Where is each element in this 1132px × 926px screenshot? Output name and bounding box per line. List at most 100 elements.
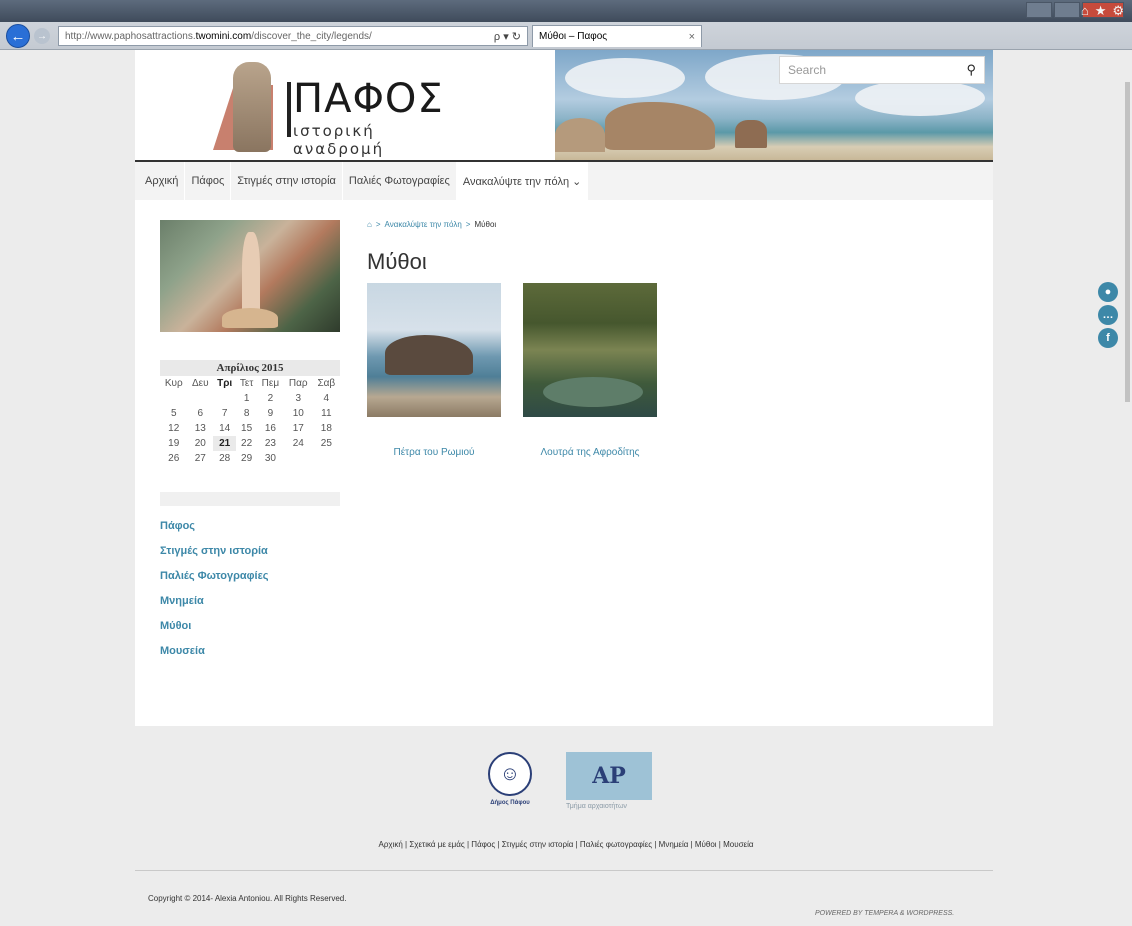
gallery-caption[interactable]: Πέτρα του Ρωμιού	[367, 447, 501, 458]
sidebar-link-paphos[interactable]: Πάφος	[160, 520, 340, 545]
calendar-day[interactable]: 22	[236, 436, 257, 451]
maximize-button[interactable]	[1054, 2, 1080, 18]
calendar-week: 12 13 14 15 16 17 18	[160, 421, 340, 436]
weekday: Σαβ	[317, 378, 336, 389]
calendar-day[interactable]: 6	[187, 406, 213, 421]
facebook-icon[interactable]: f	[1098, 328, 1118, 348]
address-bar[interactable]: http://www.paphosattractions. twomini.co…	[58, 26, 528, 46]
seal-icon: ☺	[488, 752, 532, 796]
calendar-day[interactable]: 1	[236, 391, 257, 406]
footer-links[interactable]: Αρχική | Σχετικά με εμάς | Πάφος | Στιγμ…	[0, 840, 1132, 849]
main-menu: Αρχική Πάφος Στιγμές στην ιστορία Παλιές…	[135, 162, 993, 200]
url-prefix: http://www.paphosattractions.	[65, 30, 196, 42]
sidebar-link-history[interactable]: Στιγμές στην ιστορία	[160, 545, 340, 570]
site-logo[interactable]: ΠΑΦΟΣ ιστορική αναδρομή	[213, 60, 453, 158]
menu-item-paphos[interactable]: Πάφος	[185, 162, 232, 200]
calendar-day[interactable]: 15	[236, 421, 257, 436]
search-input[interactable]: Search	[788, 63, 826, 77]
calendar-week: 19 20 21 22 23 24 25	[160, 436, 340, 451]
calendar-day[interactable]: 26	[160, 451, 187, 466]
calendar-day[interactable]: 21	[213, 436, 237, 451]
title-bar	[0, 0, 1132, 22]
tab-close-icon[interactable]: ×	[689, 31, 695, 43]
calendar-day[interactable]: 7	[213, 406, 236, 421]
calendar-day[interactable]: 11	[313, 406, 340, 421]
shell-shape	[222, 308, 278, 328]
calendar-day[interactable]: 23	[257, 436, 284, 451]
municipality-label: Δήμος Πάφου	[490, 800, 530, 806]
address-controls[interactable]: ρ ▾ ↻	[494, 30, 521, 43]
sidebar-link-old-photos[interactable]: Παλιές Φωτογραφίες	[160, 570, 340, 595]
calendar-day[interactable]: 29	[236, 451, 257, 466]
water-shape	[543, 377, 643, 407]
back-button[interactable]: ←	[6, 24, 30, 48]
calendar-day[interactable]: 12	[160, 421, 187, 436]
gallery-thumbnail[interactable]	[367, 283, 501, 417]
scrollbar[interactable]	[1122, 56, 1132, 926]
url-domain: twomini.com	[195, 30, 252, 42]
calendar-table: Κυρ Δευ Τρι Τετ Πεμ Παρ Σαβ 1 2 3 4 5 6 7 8 9 10 1…	[160, 376, 340, 466]
sidebar-link-monuments[interactable]: Μνημεία	[160, 595, 340, 620]
chat-icon[interactable]: …	[1098, 305, 1118, 325]
weekday: Τρι	[217, 378, 233, 389]
gallery-caption[interactable]: Λουτρά της Αφροδίτης	[523, 447, 657, 458]
calendar-day[interactable]: 27	[187, 451, 213, 466]
search-box[interactable]: Search ⚲	[779, 56, 985, 84]
home-icon[interactable]: ⌂	[1081, 3, 1089, 19]
breadcrumb-parent[interactable]: Ανακαλύψτε την πόλη	[385, 220, 462, 229]
calendar-weekdays: Κυρ Δευ Τρι Τετ Πεμ Παρ Σαβ	[160, 376, 340, 391]
calendar-day[interactable]: 16	[257, 421, 284, 436]
menu-item-discover[interactable]: Ανακαλύψτε την πόλη ⌄	[456, 162, 589, 200]
calendar-day[interactable]: 2	[257, 391, 284, 406]
search-icon[interactable]: ⚲	[966, 62, 976, 78]
browser-chrome: ← → http://www.paphosattractions. twomin…	[0, 0, 1132, 50]
calendar-day[interactable]: 18	[313, 421, 340, 436]
user-icon[interactable]: ●	[1098, 282, 1118, 302]
calendar-day[interactable]: 28	[213, 451, 236, 466]
scrollbar-thumb[interactable]	[1125, 82, 1130, 402]
calendar-day[interactable]: 30	[257, 451, 284, 466]
forward-button[interactable]: →	[34, 28, 50, 44]
menu-item-old-photos[interactable]: Παλιές Φωτογραφίες	[343, 162, 457, 200]
menu-item-home[interactable]: Αρχική	[139, 162, 186, 200]
calendar-day[interactable]: 4	[313, 391, 340, 406]
calendar-day[interactable]: 25	[313, 436, 340, 451]
arrow-right-icon: →	[37, 30, 47, 42]
star-icon[interactable]: ★	[1095, 3, 1107, 19]
calendar-day	[187, 391, 213, 406]
gear-icon[interactable]: ⚙	[1112, 3, 1124, 19]
calendar-day[interactable]: 5	[160, 406, 187, 421]
page-container: ΠΑΦΟΣ ιστορική αναδρομή Search ⚲ Αρχική …	[135, 50, 993, 726]
rock-shape	[385, 335, 473, 375]
menu-item-history[interactable]: Στιγμές στην ιστορία	[231, 162, 343, 200]
calendar-day[interactable]: 8	[236, 406, 257, 421]
calendar-day[interactable]: 24	[284, 436, 313, 451]
municipality-logo[interactable]: ☺ Δήμος Πάφου	[480, 752, 540, 806]
sidebar-link-museums[interactable]: Μουσεία	[160, 645, 340, 670]
calendar-day[interactable]: 9	[257, 406, 284, 421]
myths-gallery: Πέτρα του Ρωμιού Λουτρά της Αφροδίτης	[367, 283, 967, 458]
antiquities-logo[interactable]: ΑΡ Τμήμα αρχαιοτήτων	[566, 752, 652, 810]
sidebar-link-myths[interactable]: Μύθοι	[160, 620, 340, 645]
calendar-caption: Απρίλιος 2015	[160, 360, 340, 376]
antiquities-emblem-icon: ΑΡ	[566, 752, 652, 800]
rock-shape	[555, 118, 605, 152]
powered-by-text[interactable]: POWERED BY TEMPERA & WORDPRESS.	[815, 910, 954, 917]
calendar-day[interactable]: 14	[213, 421, 236, 436]
header-banner: Search ⚲	[555, 50, 993, 160]
gallery-item[interactable]: Λουτρά της Αφροδίτης	[523, 283, 657, 458]
calendar-day[interactable]: 20	[187, 436, 213, 451]
calendar-day[interactable]: 3	[284, 391, 313, 406]
sidebar-painting	[160, 220, 340, 332]
gallery-item[interactable]: Πέτρα του Ρωμιού	[367, 283, 501, 458]
calendar-day[interactable]: 13	[187, 421, 213, 436]
home-icon[interactable]: ⌂	[367, 220, 372, 229]
minimize-button[interactable]	[1026, 2, 1052, 18]
rock-shape	[735, 120, 767, 148]
calendar-day[interactable]: 17	[284, 421, 313, 436]
calendar-day[interactable]: 19	[160, 436, 187, 451]
browser-tab[interactable]: Μύθοι – Παφος ×	[532, 25, 702, 47]
rock-shape	[605, 102, 715, 150]
gallery-thumbnail[interactable]	[523, 283, 657, 417]
calendar-day[interactable]: 10	[284, 406, 313, 421]
